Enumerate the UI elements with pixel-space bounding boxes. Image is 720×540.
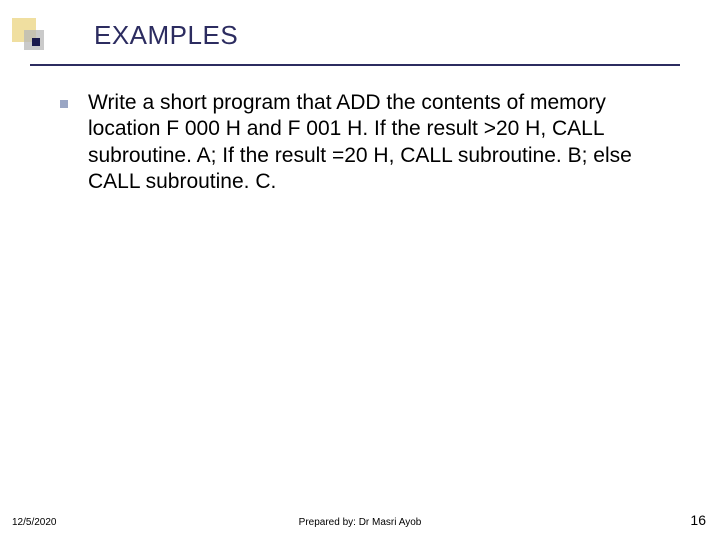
bullet-square-icon — [60, 100, 68, 108]
bullet-item: Write a short program that ADD the conte… — [60, 90, 680, 195]
title-underline — [30, 64, 680, 66]
decoration-navy-square — [32, 38, 40, 46]
slide-title: EXAMPLES — [94, 20, 238, 51]
footer-author: Prepared by: Dr Masri Ayob — [0, 517, 720, 528]
slide-body: Write a short program that ADD the conte… — [60, 90, 680, 195]
slide-footer: 12/5/2020 Prepared by: Dr Masri Ayob 16 — [0, 510, 720, 528]
footer-page-number: 16 — [690, 512, 706, 528]
bullet-text: Write a short program that ADD the conte… — [88, 90, 680, 195]
title-decoration-icon — [12, 18, 80, 56]
